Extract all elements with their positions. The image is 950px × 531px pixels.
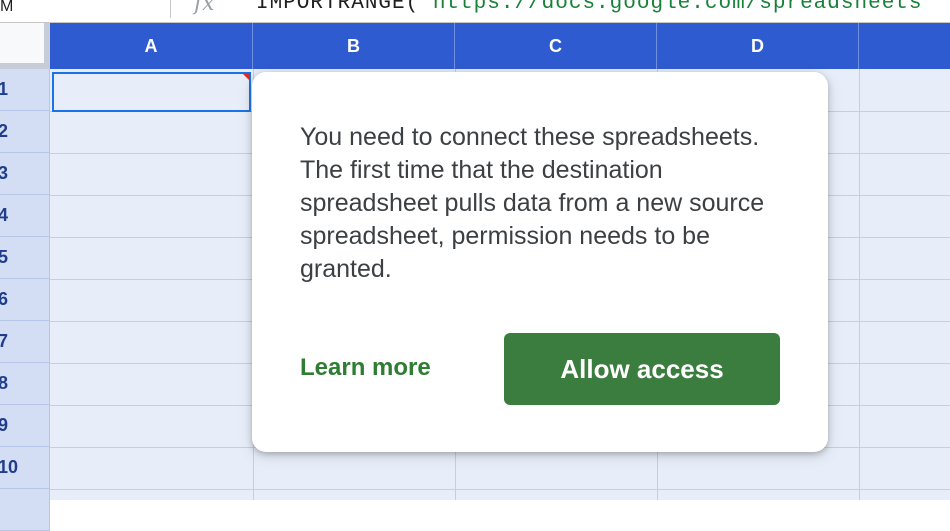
row-header-label: 5 [0, 247, 9, 267]
row-header-label: 3 [0, 163, 9, 183]
row-header-label: 9 [0, 415, 9, 435]
row-header-label: 2 [0, 121, 9, 141]
row-header-4[interactable]: 4 [0, 195, 50, 237]
row-header-label: 8 [0, 373, 9, 393]
row-header-11[interactable] [0, 489, 50, 531]
row-header-label: 4 [0, 205, 9, 225]
allow-access-button[interactable]: Allow access [504, 333, 780, 405]
column-header-label: C [549, 35, 562, 56]
gridline [50, 489, 950, 490]
column-header-label: A [144, 35, 158, 56]
formula-function: IMPORTRANGE(" [256, 0, 433, 15]
formula-argument: https://docs.google.com/spreadsheets [432, 0, 923, 15]
column-header-a[interactable]: A [50, 23, 253, 69]
column-header-e[interactable] [859, 23, 950, 69]
row-header-5[interactable]: 5 [0, 237, 50, 279]
column-header-d[interactable]: D [657, 23, 859, 69]
row-header-6[interactable]: 6 [0, 279, 50, 321]
selected-cell-a1[interactable] [52, 72, 251, 112]
column-header-label: B [347, 35, 360, 56]
column-header-c[interactable]: C [455, 23, 657, 69]
row-header-9[interactable]: 9 [0, 405, 50, 447]
column-header-label: D [751, 35, 764, 56]
row-header-8[interactable]: 8 [0, 363, 50, 405]
select-all-corner[interactable] [0, 23, 50, 69]
row-header-2[interactable]: 2 [0, 111, 50, 153]
row-header-7[interactable]: 7 [0, 321, 50, 363]
fx-icon: fx [194, 0, 215, 16]
row-header-1[interactable]: 1 [0, 69, 50, 111]
row-header-10[interactable]: 10 [0, 447, 50, 489]
row-header-label: 1 [0, 79, 9, 99]
formula-bar: M fx IMPORTRANGE("https://docs.google.co… [0, 0, 950, 23]
name-box-value: M [0, 0, 14, 15]
row-header-label: 10 [0, 457, 19, 477]
row-header-label: 6 [0, 289, 9, 309]
row-header-label: 7 [0, 331, 9, 351]
error-marker-icon [242, 73, 250, 81]
column-header-b[interactable]: B [253, 23, 455, 69]
connect-spreadsheets-popup: You need to connect these spreadsheets. … [252, 72, 828, 452]
popup-message: You need to connect these spreadsheets. … [300, 123, 765, 283]
gridline [859, 69, 860, 500]
formula-input[interactable]: IMPORTRANGE("https://docs.google.com/spr… [256, 0, 923, 15]
name-box[interactable]: M [0, 0, 171, 18]
learn-more-link[interactable]: Learn more [300, 354, 431, 382]
row-header-3[interactable]: 3 [0, 153, 50, 195]
